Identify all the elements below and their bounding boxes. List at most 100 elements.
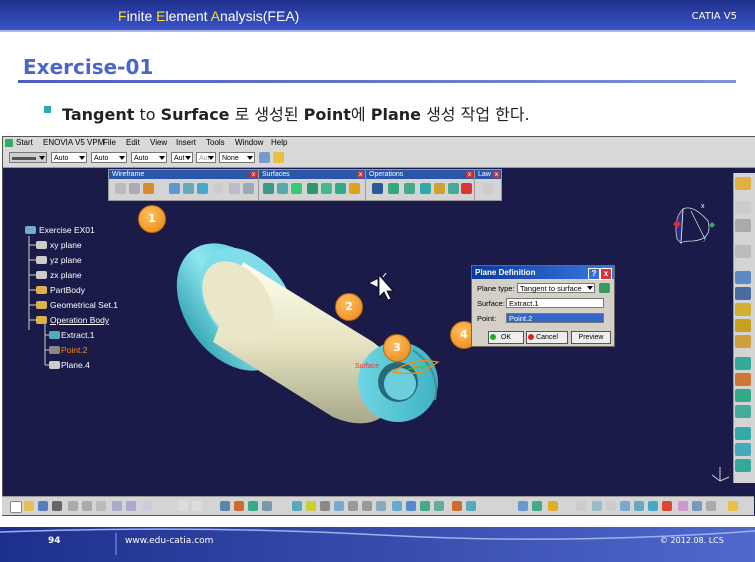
tree-item-partbody[interactable]: PartBody [50,285,85,295]
tree-item-zx-plane[interactable]: zx plane [50,270,82,280]
whats-this-icon[interactable] [142,501,152,511]
tree-item-yz-plane[interactable]: yz plane [50,255,82,265]
sketch-icon[interactable] [735,177,751,190]
surface-field[interactable]: Extract.1 [506,298,604,308]
extrude-tool-icon[interactable] [263,183,274,194]
spline-tool-icon[interactable] [229,183,240,194]
menu-enovia[interactable]: ENOVIA V5 VPM [43,138,104,147]
formula-icon[interactable] [178,501,188,511]
loft-tool-icon[interactable] [349,183,360,194]
copy-icon[interactable] [82,501,92,511]
menu-help[interactable]: Help [271,138,287,147]
linetype-combo[interactable]: Auto [51,152,87,163]
point-tool-icon[interactable] [115,183,126,194]
highlight-icon[interactable] [735,459,751,472]
curvature-icon[interactable] [735,389,751,402]
offset-surface-icon[interactable] [307,183,318,194]
feature-icon[interactable] [735,319,751,332]
menu-view[interactable]: View [150,138,167,147]
constraint-icon[interactable] [735,303,751,316]
grid-icon[interactable] [735,287,751,300]
analysis-icon[interactable] [735,271,751,284]
hide-show-icon[interactable] [420,501,430,511]
tree-item-plane4[interactable]: Plane.4 [61,360,90,370]
settings-icon[interactable] [728,501,738,511]
translate-tool-icon[interactable] [448,183,459,194]
website-link[interactable]: www.edu-catia.com [125,536,213,546]
join-tool-icon[interactable] [372,183,383,194]
part-icon[interactable] [735,335,751,348]
sections-icon[interactable] [634,501,644,511]
layer-combo[interactable]: None [219,152,255,163]
menu-edit[interactable]: Edit [126,138,140,147]
plane-type-lock-icon[interactable] [599,283,610,293]
menu-file[interactable]: File [103,138,116,147]
dimension-icon[interactable] [606,501,616,511]
save-icon[interactable] [38,501,48,511]
tree-item-extract[interactable]: Extract.1 [61,330,95,340]
close-icon[interactable]: x [493,171,500,178]
close-icon[interactable]: x [466,171,473,178]
analysis-bar-icon[interactable] [518,501,528,511]
paste-icon[interactable] [96,501,106,511]
line-combo[interactable]: Auto [131,152,167,163]
knowledge-icon[interactable] [192,501,202,511]
render-style-icon[interactable] [406,501,416,511]
redo-icon[interactable] [126,501,136,511]
grid-mesh-icon[interactable] [620,501,630,511]
intersection-tool-icon[interactable] [183,183,194,194]
normal-view-icon[interactable] [376,501,386,511]
draft-icon[interactable] [735,373,751,386]
color-combo[interactable] [9,152,47,163]
preview-button[interactable]: Preview [571,331,611,344]
extract-tool-icon[interactable] [420,183,431,194]
shading-icon[interactable] [452,501,462,511]
menu-insert[interactable]: Insert [176,138,196,147]
rotate-view-icon[interactable] [592,501,602,511]
extrapolate-tool-icon[interactable] [461,183,472,194]
boundary-tool-icon[interactable] [404,183,415,194]
fill-tool-icon[interactable] [335,183,346,194]
menu-window[interactable]: Window [235,138,263,147]
fillet-tool-icon[interactable] [434,183,445,194]
painter-icon[interactable] [259,152,270,163]
pointer-icon[interactable] [576,501,586,511]
compass-icon[interactable]: x y [653,199,723,255]
table-icon[interactable] [220,501,230,511]
fly-mode-icon[interactable] [292,501,302,511]
thickness-combo[interactable]: Auto [91,152,127,163]
connect-icon[interactable] [735,405,751,418]
edges-icon[interactable] [466,501,476,511]
tree-item-xy-plane[interactable]: xy plane [50,240,82,250]
law-tool-icon[interactable] [482,183,493,194]
tree-item-point[interactable]: Point.2 [61,345,87,355]
tree-item-geometrical-set[interactable]: Geometrical Set.1 [50,300,118,310]
close-icon[interactable]: x [600,268,612,280]
work-object-icon[interactable] [262,501,272,511]
plane-bar-icon[interactable] [706,501,716,511]
mapping-icon[interactable] [735,427,751,440]
projection-tool-icon[interactable] [169,183,180,194]
rotate-icon[interactable] [334,501,344,511]
pan-icon[interactable] [320,501,330,511]
line-tool-icon[interactable] [129,183,140,194]
open-icon[interactable] [24,501,34,511]
point-combo[interactable]: Aut [171,152,193,163]
close-icon[interactable]: x [250,171,257,178]
point-field[interactable]: Point.2 [506,313,604,323]
menu-start[interactable]: Start [16,138,33,147]
undo-icon[interactable] [112,501,122,511]
offset-tool-icon[interactable] [197,183,208,194]
plane-type-select[interactable]: Tangent to surface [517,283,595,293]
plane-tool-icon[interactable] [143,183,154,194]
zoom-out-icon[interactable] [362,501,372,511]
update-icon[interactable] [248,501,258,511]
helix-tool-icon[interactable] [243,183,254,194]
revolve-tool-icon[interactable] [277,183,288,194]
grid-bar-icon[interactable] [532,501,542,511]
tree-root[interactable]: Exercise EX01 [39,225,95,235]
surface-analysis-icon[interactable] [735,357,751,370]
axis-icon[interactable] [735,219,751,232]
iso-view-icon[interactable] [392,501,402,511]
reflection-icon[interactable] [735,443,751,456]
